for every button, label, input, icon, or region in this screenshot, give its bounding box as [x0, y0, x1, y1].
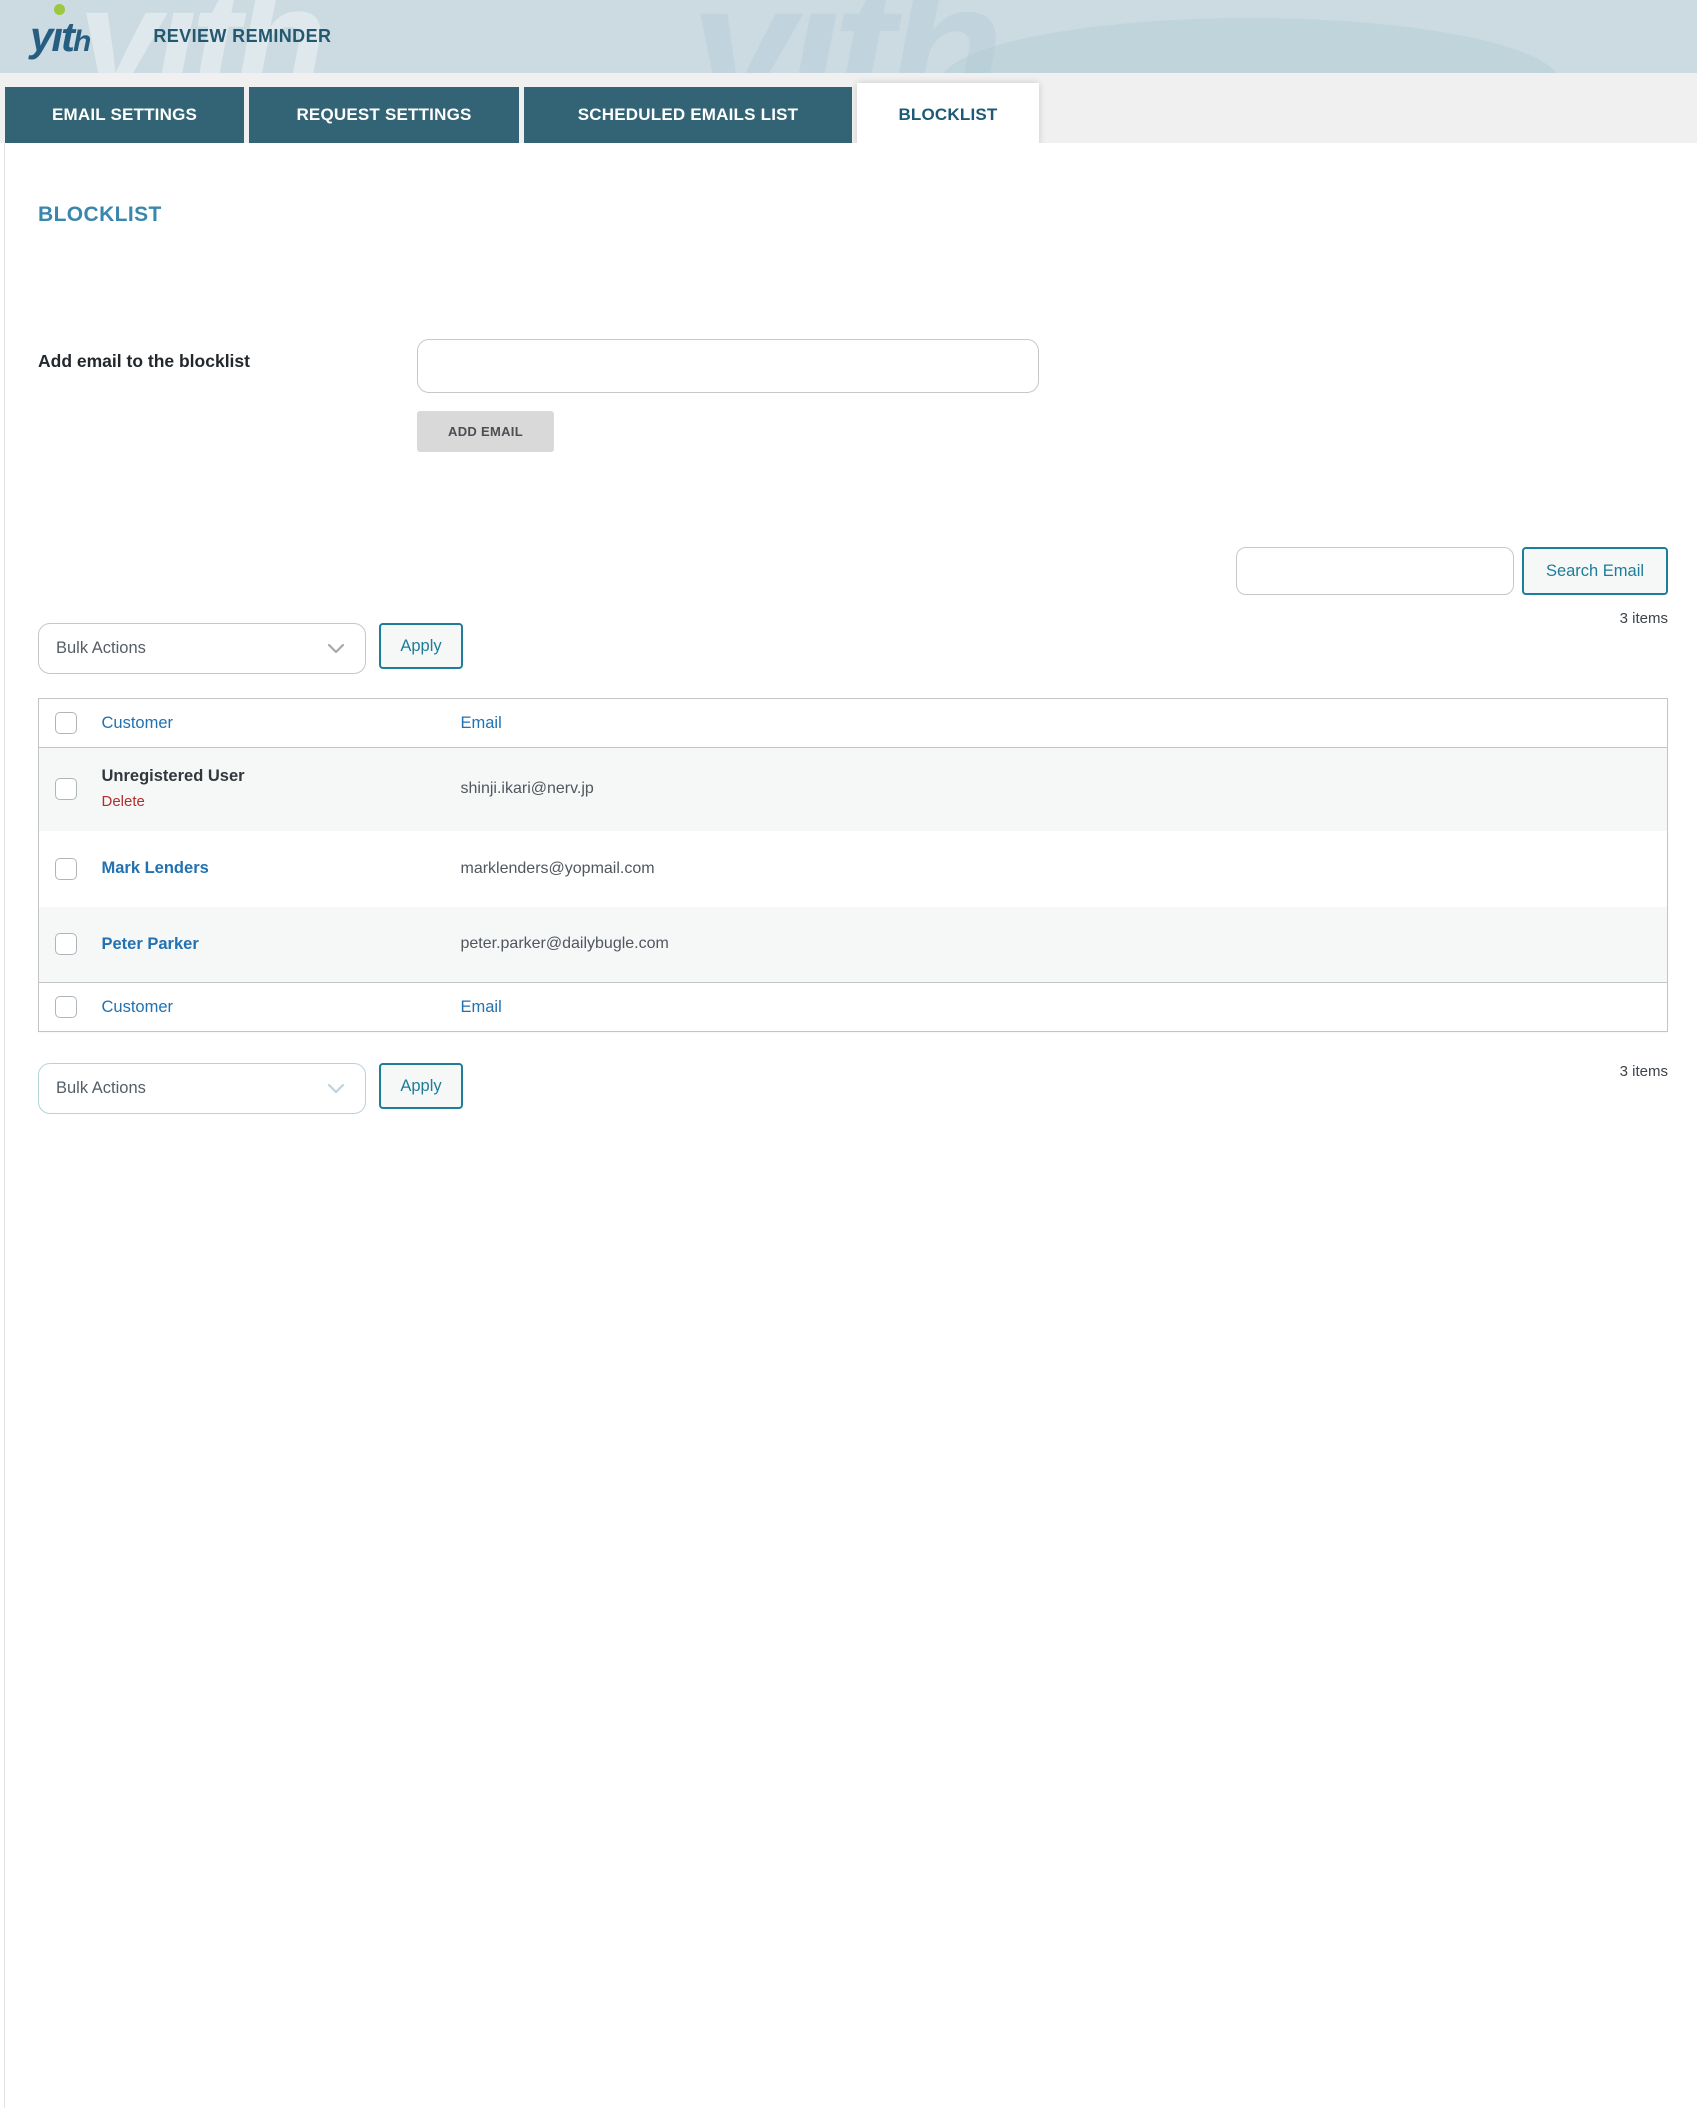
table-row: Peter Parker peter.parker@dailybugle.com: [39, 907, 1668, 983]
page-title: BLOCKLIST: [38, 143, 1668, 227]
customer-email: shinji.ikari@nerv.jp: [461, 780, 594, 797]
chevron-down-icon: [327, 1083, 345, 1094]
items-count-bottom: 3 items: [1620, 1063, 1668, 1080]
row-checkbox[interactable]: [55, 933, 77, 955]
content-left-edge: [4, 143, 5, 2108]
row-checkbox[interactable]: [55, 858, 77, 880]
tablenav-bottom: Bulk Actions Apply 3 items: [38, 1063, 1668, 1114]
logo-green-dot-icon: [54, 4, 65, 15]
search-email-button[interactable]: Search Email: [1522, 547, 1668, 595]
customer-email: marklenders@yopmail.com: [461, 860, 655, 877]
tablenav-top: Bulk Actions Apply 3 items: [38, 623, 1668, 674]
header-watermark-shape: [940, 18, 1560, 73]
tab-email-settings[interactable]: EMAIL SETTINGS: [5, 87, 244, 143]
column-header-customer[interactable]: Customer: [102, 714, 174, 732]
table-row: Mark Lenders marklenders@yopmail.com: [39, 831, 1668, 907]
apply-button-bottom[interactable]: Apply: [379, 1063, 463, 1109]
plugin-header: yith yith yıth REVIEW REMINDER: [0, 0, 1697, 73]
blocklist-table: Customer Email Unregistered User Delete …: [38, 698, 1668, 1032]
tab-scheduled-emails-list[interactable]: SCHEDULED EMAILS LIST: [524, 87, 852, 143]
add-email-form: Add email to the blocklist ADD EMAIL: [38, 339, 1668, 452]
row-checkbox[interactable]: [55, 778, 77, 800]
bulk-actions-selected-label: Bulk Actions: [56, 639, 146, 658]
settings-tabbar: EMAIL SETTINGS REQUEST SETTINGS SCHEDULE…: [0, 73, 1697, 143]
apply-button[interactable]: Apply: [379, 623, 463, 669]
header-watermark-text: yith: [690, 0, 996, 73]
tab-request-settings[interactable]: REQUEST SETTINGS: [249, 87, 519, 143]
select-all-checkbox[interactable]: [55, 996, 77, 1018]
customer-name-link[interactable]: Peter Parker: [102, 935, 199, 953]
chevron-down-icon: [327, 643, 345, 654]
table-header-row: Customer Email: [39, 699, 1668, 748]
blocklist-panel: BLOCKLIST Add email to the blocklist ADD…: [0, 143, 1697, 1114]
tab-blocklist[interactable]: BLOCKLIST: [857, 83, 1039, 147]
select-all-checkbox[interactable]: [55, 712, 77, 734]
table-row: Unregistered User Delete shinji.ikari@ne…: [39, 748, 1668, 831]
plugin-title: REVIEW REMINDER: [153, 26, 331, 47]
customer-name: Unregistered User: [102, 767, 461, 786]
search-email-input[interactable]: [1236, 547, 1514, 595]
customer-email: peter.parker@dailybugle.com: [461, 935, 669, 952]
bulk-actions-select[interactable]: Bulk Actions: [38, 623, 366, 674]
items-count: 3 items: [1620, 610, 1668, 627]
add-email-label: Add email to the blocklist: [38, 339, 417, 452]
add-email-button[interactable]: ADD EMAIL: [417, 411, 554, 452]
yith-logo: yıth: [30, 16, 89, 58]
bulk-actions-select-bottom[interactable]: Bulk Actions: [38, 1063, 366, 1114]
customer-name-link[interactable]: Mark Lenders: [102, 859, 209, 877]
column-footer-email[interactable]: Email: [461, 998, 502, 1016]
table-footer-row: Customer Email: [39, 983, 1668, 1032]
column-footer-customer[interactable]: Customer: [102, 998, 174, 1016]
delete-link[interactable]: Delete: [102, 793, 145, 810]
search-row: Search Email: [38, 547, 1668, 595]
bulk-actions-selected-label: Bulk Actions: [56, 1079, 146, 1098]
column-header-email[interactable]: Email: [461, 714, 502, 732]
add-email-input[interactable]: [417, 339, 1039, 393]
